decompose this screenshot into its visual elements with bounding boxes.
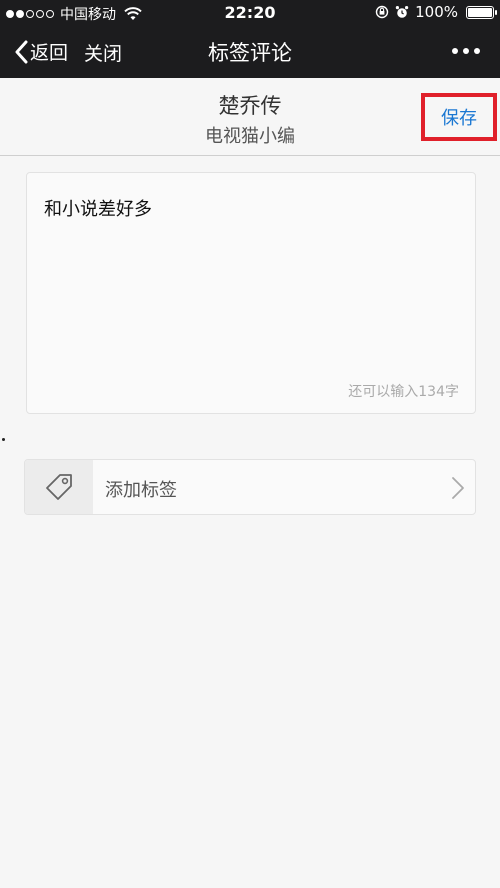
more-dot-icon xyxy=(452,48,458,54)
tag-icon xyxy=(46,474,72,500)
add-tag-button[interactable]: 添加标签 xyxy=(24,459,476,515)
status-bar: 中国移动 22:20 100% xyxy=(0,0,500,26)
alarm-icon xyxy=(395,6,409,18)
remaining-char-counter: 还可以输入134字 xyxy=(348,384,459,400)
nav-bar: 返回 关闭 标签评论 xyxy=(0,26,500,78)
save-label: 保存 xyxy=(441,108,477,129)
page-title: 标签评论 xyxy=(208,41,292,65)
add-tag-label: 添加标签 xyxy=(105,480,177,501)
chevron-left-icon xyxy=(15,40,28,63)
more-dot-icon xyxy=(463,48,469,54)
stray-dot xyxy=(2,438,5,441)
battery-percent: 100% xyxy=(415,3,458,21)
more-dot-icon xyxy=(474,48,480,54)
book-header: 楚乔传 电视猫小编 保存 xyxy=(0,78,500,156)
comment-textarea[interactable]: 和小说差好多 xyxy=(44,195,458,375)
save-button[interactable]: 保存 xyxy=(421,93,497,141)
tag-icon-container xyxy=(25,460,93,514)
close-button[interactable]: 关闭 xyxy=(84,39,122,66)
chevron-right-icon xyxy=(452,477,464,499)
comment-box[interactable]: 和小说差好多 还可以输入134字 xyxy=(26,172,476,414)
more-menu-button[interactable] xyxy=(452,48,480,54)
status-right: 100% xyxy=(375,3,497,21)
back-button[interactable]: 返回 xyxy=(14,38,68,65)
back-label: 返回 xyxy=(30,42,69,64)
rotation-lock-icon xyxy=(375,5,389,19)
battery-icon xyxy=(466,5,497,19)
